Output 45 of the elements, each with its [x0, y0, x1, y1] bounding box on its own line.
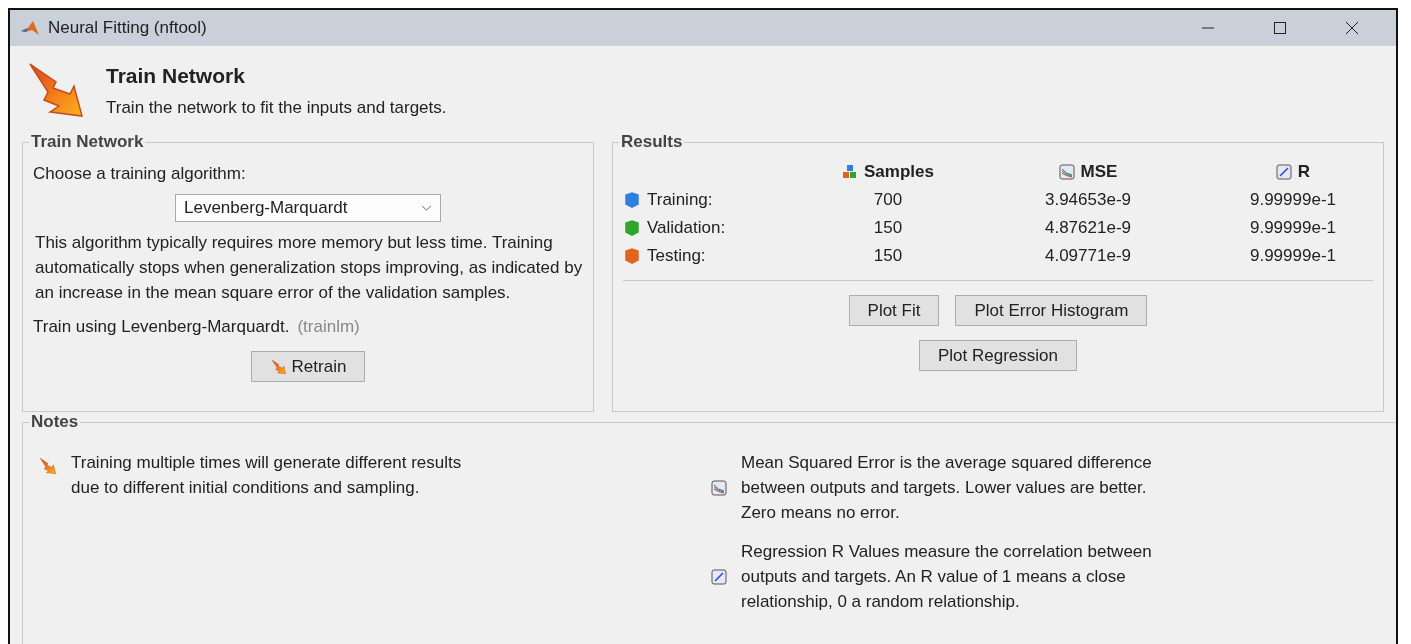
lightning-arrow-icon: [26, 60, 86, 120]
scatter-plot-icon: [1275, 164, 1292, 180]
function-name: (trainlm): [297, 317, 360, 337]
note-text: Training multiple times will generate different results due to different initial conditions and sampling.: [71, 452, 462, 499]
row-label: Testing:: [647, 246, 706, 266]
note-text: Regression R Values measure the correlation between outputs and targets. An R value of 1 means a close relationship, 0 a random relationship.: [741, 541, 1152, 613]
panel-title: Results: [620, 132, 684, 152]
chart-icon: [711, 479, 727, 496]
table-cell-text: 4.87621e-9: [1044, 218, 1132, 238]
lightning-arrow-icon: [39, 457, 57, 475]
lightning-arrow-icon: [269, 358, 288, 375]
table-cell-text: 700: [872, 190, 904, 210]
retrain-button[interactable]: Retrain: [250, 351, 366, 382]
page-subtitle: Train the network to fit the inputs and targets.: [106, 98, 447, 118]
plot-fit-button[interactable]: Plot Fit: [848, 295, 940, 326]
train-using-label: Train using Levenberg-Marquardt.: [33, 317, 290, 337]
algorithm-description: This algorithm typically requires more memory but less time. Training automatically stops when generalization stops improving, as indicated by an increase in the mean square error of the validation samples.: [35, 232, 583, 304]
column-header: Samples: [813, 162, 963, 182]
column-header: R: [1213, 162, 1373, 182]
table-cell-text: 150: [872, 218, 904, 238]
table-cell-text: 9.99999e-1: [1249, 246, 1337, 266]
plot-error-histogram-button[interactable]: Plot Error Histogram: [955, 295, 1148, 326]
window-title: Neural Fitting (nftool): [48, 18, 207, 38]
page-title: Train Network: [106, 64, 246, 88]
table-cell-text: 9.99999e-1: [1249, 218, 1337, 238]
table-cell-text: 9.99999e-1: [1249, 190, 1337, 210]
maximize-icon[interactable]: [1272, 20, 1288, 36]
plot-regression-button[interactable]: Plot Regression: [919, 340, 1077, 371]
cubes-icon: [842, 164, 859, 180]
chart-icon: [1058, 164, 1075, 180]
table-cell-text: 3.94653e-9: [1044, 190, 1132, 210]
close-icon[interactable]: [1344, 20, 1360, 36]
row-label: Validation:: [647, 218, 726, 238]
scatter-plot-icon: [711, 568, 727, 585]
panel-title: Notes: [30, 412, 80, 432]
panel-title: Train Network: [30, 132, 145, 152]
prompt-label: Choose a training algorithm:: [33, 164, 246, 184]
column-header: MSE: [963, 162, 1213, 182]
row-label: Training:: [647, 190, 713, 210]
chevron-down-icon: [421, 204, 432, 212]
note-text: Mean Squared Error is the average squared difference between outputs and targets. Lower values are better. Zero means no error.: [741, 452, 1152, 524]
table-cell-text: 150: [872, 246, 904, 266]
table-cell-text: 4.09771e-9: [1044, 246, 1132, 266]
peak-logo-icon: [20, 20, 40, 36]
algorithm-dropdown[interactable]: Levenberg-Marquardt: [175, 194, 441, 222]
